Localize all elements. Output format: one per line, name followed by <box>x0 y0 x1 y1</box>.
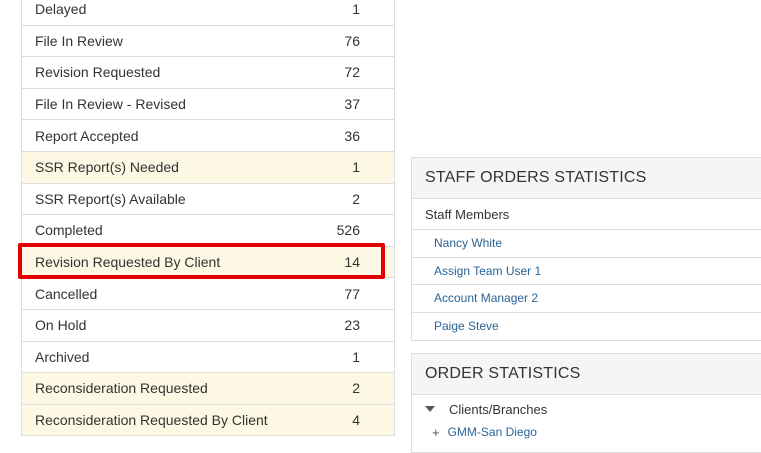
status-count: 76 <box>344 32 360 49</box>
status-row-reconsideration-requested-by-client[interactable]: Reconsideration Requested By Client 4 <box>22 404 394 437</box>
order-status-table: Delayed 1 File In Review 76 Revision Req… <box>21 0 395 437</box>
status-label: SSR Report(s) Available <box>35 190 186 207</box>
status-row-ssr-reports-needed[interactable]: SSR Report(s) Needed 1 <box>22 151 394 184</box>
status-row-file-in-review[interactable]: File In Review 76 <box>22 25 394 58</box>
status-label: File In Review <box>35 32 123 49</box>
status-count: 1 <box>352 159 360 176</box>
status-label: On Hold <box>35 317 87 334</box>
status-row-file-in-review-revised[interactable]: File In Review - Revised 37 <box>22 88 394 121</box>
status-label: SSR Report(s) Needed <box>35 159 179 176</box>
status-label: Reconsideration Requested <box>35 380 208 397</box>
status-row-cancelled[interactable]: Cancelled 77 <box>22 278 394 310</box>
plus-icon[interactable]: + <box>432 425 440 440</box>
status-row-archived[interactable]: Archived 1 <box>22 341 394 374</box>
status-count: 1 <box>352 348 360 365</box>
status-row-delayed[interactable]: Delayed 1 <box>22 0 394 26</box>
status-label: Delayed <box>35 1 87 18</box>
branch-item[interactable]: + GMM-San Diego <box>412 423 761 441</box>
status-count: 77 <box>344 285 360 302</box>
status-row-ssr-reports-available[interactable]: SSR Report(s) Available 2 <box>22 183 394 216</box>
status-count: 37 <box>344 96 360 113</box>
status-row-report-accepted[interactable]: Report Accepted 36 <box>22 120 394 152</box>
status-row-revision-requested[interactable]: Revision Requested 72 <box>22 57 394 89</box>
status-row-reconsideration-requested[interactable]: Reconsideration Requested 2 <box>22 373 394 405</box>
status-label: Revision Requested By Client <box>35 254 221 271</box>
status-row-on-hold[interactable]: On Hold 23 <box>22 309 394 342</box>
status-count: 23 <box>344 317 360 334</box>
status-count: 14 <box>344 254 360 271</box>
clients-branches-toggle[interactable]: Clients/Branches <box>412 395 761 423</box>
caret-down-icon[interactable] <box>425 406 435 412</box>
clients-branches-label: Clients/Branches <box>449 401 548 417</box>
status-count: 2 <box>352 190 360 207</box>
staff-members-header: Staff Members <box>412 199 761 230</box>
status-count: 1 <box>352 1 360 18</box>
status-count: 2 <box>352 380 360 397</box>
panel-title: ORDER STATISTICS <box>412 354 761 395</box>
status-label: Cancelled <box>35 285 98 302</box>
status-label: Report Accepted <box>35 127 139 144</box>
staff-member-link[interactable]: Nancy White <box>412 230 761 258</box>
order-statistics-panel: ORDER STATISTICS Clients/Branches + GMM-… <box>411 353 761 453</box>
status-label: Revision Requested <box>35 64 161 81</box>
panel-title: STAFF ORDERS STATISTICS <box>412 158 761 199</box>
status-label: Reconsideration Requested By Client <box>35 412 268 429</box>
staff-member-link[interactable]: Paige Steve <box>412 313 761 341</box>
staff-member-link[interactable]: Assign Team User 1 <box>412 258 761 285</box>
status-count: 526 <box>336 222 360 239</box>
status-label: Completed <box>35 222 103 239</box>
status-row-revision-requested-by-client[interactable]: Revision Requested By Client 14 <box>22 246 394 279</box>
status-label: Archived <box>35 348 90 365</box>
status-count: 72 <box>344 64 360 81</box>
staff-orders-statistics-panel: STAFF ORDERS STATISTICS Staff Members Na… <box>411 157 761 341</box>
status-count: 36 <box>344 127 360 144</box>
status-label: File In Review - Revised <box>35 96 186 113</box>
status-row-completed[interactable]: Completed 526 <box>22 215 394 247</box>
status-count: 4 <box>352 412 360 429</box>
staff-member-link[interactable]: Account Manager 2 <box>412 285 761 313</box>
